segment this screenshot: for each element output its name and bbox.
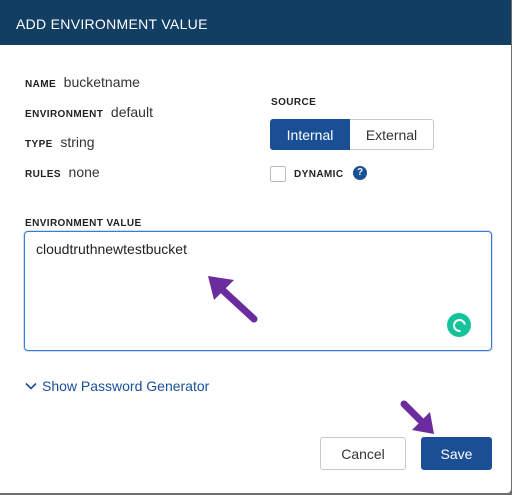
- environment-label: ENVIRONMENT: [25, 109, 104, 120]
- help-icon[interactable]: ?: [353, 166, 367, 180]
- rules-value: none: [68, 164, 100, 180]
- add-environment-value-dialog: ADD ENVIRONMENT VALUE NAME bucketname EN…: [0, 0, 511, 493]
- name-row: NAME bucketname: [25, 74, 140, 90]
- environment-value-label: ENVIRONMENT VALUE: [25, 218, 142, 229]
- source-label: SOURCE: [271, 97, 317, 108]
- dialog-title: ADD ENVIRONMENT VALUE: [16, 16, 208, 32]
- type-label: TYPE: [25, 139, 53, 150]
- grammarly-icon[interactable]: [447, 313, 471, 337]
- name-label: NAME: [25, 79, 57, 90]
- dynamic-checkbox[interactable]: [270, 166, 286, 182]
- dynamic-label: DYNAMIC: [294, 169, 344, 180]
- dialog-header: ADD ENVIRONMENT VALUE: [0, 0, 511, 45]
- save-button[interactable]: Save: [421, 437, 492, 470]
- rules-label: RULES: [25, 169, 61, 180]
- environment-row: ENVIRONMENT default: [25, 104, 153, 120]
- rules-row: RULES none: [25, 164, 100, 180]
- name-value: bucketname: [63, 74, 140, 90]
- cancel-button[interactable]: Cancel: [320, 437, 406, 470]
- environment-value-text: cloudtruthnewtestbucket: [36, 241, 187, 257]
- type-value: string: [60, 134, 95, 150]
- show-password-generator-link[interactable]: Show Password Generator: [25, 378, 209, 394]
- type-row: TYPE string: [25, 134, 95, 150]
- source-external-button[interactable]: External: [350, 119, 434, 150]
- show-password-generator-label: Show Password Generator: [42, 378, 210, 394]
- source-toggle: Internal External: [270, 119, 434, 150]
- environment-value-textarea[interactable]: cloudtruthnewtestbucket: [24, 231, 492, 351]
- chevron-down-icon: [25, 382, 37, 390]
- environment-value: default: [110, 104, 153, 120]
- source-internal-button[interactable]: Internal: [270, 119, 350, 150]
